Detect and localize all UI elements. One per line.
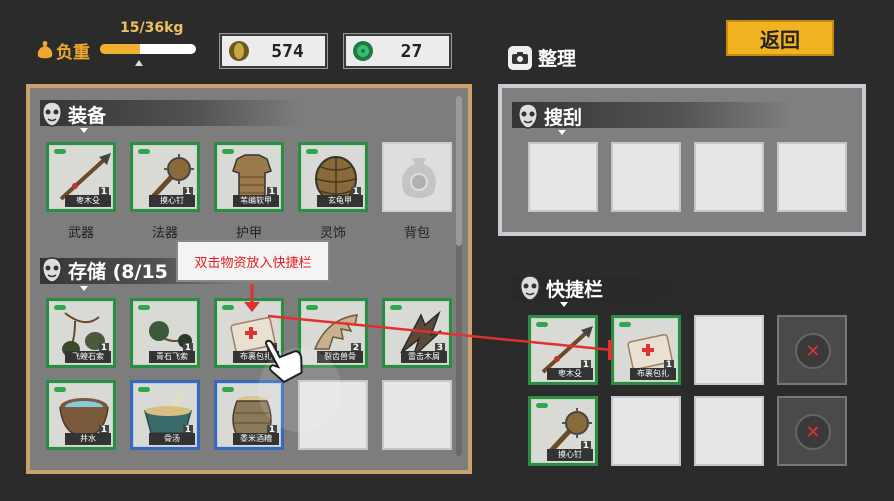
- back-button[interactable]: 返回: [726, 20, 834, 56]
- weight-caret: [135, 60, 143, 66]
- mask-icon: [518, 103, 538, 129]
- sort-button[interactable]: 整理: [508, 44, 576, 71]
- item-name: 玄龟甲: [317, 195, 363, 207]
- item-name: 黍米酒糟: [233, 433, 279, 445]
- storage-slot[interactable]: 1 布裹包扎: [214, 298, 284, 368]
- storage-slot[interactable]: 1 黍米酒糟: [214, 380, 284, 450]
- gold-currency: 574: [219, 33, 328, 69]
- pouch-icon: [402, 158, 436, 198]
- equipment-header: 装备: [40, 98, 106, 130]
- gold-amount: 574: [271, 40, 304, 62]
- item-name: 青石飞索: [149, 351, 195, 363]
- weight-value: 15/36kg: [120, 20, 184, 36]
- quickbar-slot-empty[interactable]: [611, 396, 681, 466]
- storage-slot[interactable]: 1 飞蝗石索: [46, 298, 116, 368]
- item-name: 摸心钉: [547, 449, 593, 461]
- quickbar-slot-empty[interactable]: [694, 396, 764, 466]
- weight-indicator: 负重 15/36kg: [36, 18, 206, 70]
- inventory-scroll-thumb[interactable]: [456, 96, 462, 246]
- remove-icon[interactable]: ✕: [795, 333, 831, 369]
- quickbar-title: 快捷栏: [546, 278, 604, 301]
- section-caret: [80, 286, 88, 291]
- loot-header: 搜刮: [516, 100, 582, 132]
- item-name: 布裹包扎: [233, 351, 279, 363]
- coin-icon: [229, 41, 249, 61]
- section-caret: [560, 302, 568, 307]
- storage-slot[interactable]: 1 井水: [46, 380, 116, 450]
- equip-label-accessory: 灵饰: [319, 226, 346, 241]
- equip-slot-backpack[interactable]: [382, 142, 452, 212]
- storage-slot-empty[interactable]: [298, 380, 368, 450]
- weight-bar-fill: [100, 44, 140, 54]
- mask-icon: [42, 257, 62, 283]
- loot-slot[interactable]: [777, 142, 847, 212]
- jade-icon: [353, 41, 373, 61]
- item-name: 骨汤: [149, 433, 195, 445]
- item-name: 雷击木屑: [401, 351, 447, 363]
- quickbar-slot[interactable]: 1 摸心钉: [528, 396, 598, 466]
- equip-label-magic: 法器: [151, 226, 178, 241]
- storage-slot[interactable]: 2 裂齿兽骨: [298, 298, 368, 368]
- jade-currency: 27: [343, 33, 452, 69]
- equip-slot-accessory[interactable]: 1 玄龟甲: [298, 142, 368, 212]
- quickbar-header: 快捷栏: [518, 272, 603, 304]
- sort-label: 整理: [538, 48, 577, 70]
- equip-slot-weapon[interactable]: 1 枣木殳: [46, 142, 116, 212]
- item-name: 飞蝗石索: [65, 351, 111, 363]
- loot-slot[interactable]: [611, 142, 681, 212]
- section-caret: [558, 130, 566, 135]
- storage-slot[interactable]: 3 雷击木屑: [382, 298, 452, 368]
- item-name: 裂齿兽骨: [317, 351, 363, 363]
- item-name: 苇编软甲: [233, 195, 279, 207]
- storage-header: 存储 (8/15: [40, 254, 168, 286]
- equip-slot-armor[interactable]: 1 苇编软甲: [214, 142, 284, 212]
- quickbar-slot-locked[interactable]: ✕: [777, 396, 847, 466]
- storage-slot[interactable]: 1 骨汤: [130, 380, 200, 450]
- weight-icon: [37, 41, 53, 59]
- item-name: 枣木殳: [65, 195, 111, 207]
- equip-slot-magic[interactable]: 1 摸心钉: [130, 142, 200, 212]
- item-name: 井水: [65, 433, 111, 445]
- quickbar-slot-empty[interactable]: [694, 315, 764, 385]
- section-caret: [80, 128, 88, 133]
- remove-icon[interactable]: ✕: [795, 414, 831, 450]
- loot-slot[interactable]: [694, 142, 764, 212]
- loot-title: 搜刮: [544, 106, 583, 129]
- jade-amount: 27: [400, 40, 423, 62]
- equipment-title: 装备: [68, 104, 107, 127]
- weight-label: 负重: [56, 43, 90, 63]
- loot-slot[interactable]: [528, 142, 598, 212]
- camera-icon: [508, 45, 532, 70]
- equip-label-armor: 护甲: [235, 226, 262, 241]
- mask-icon: [520, 275, 540, 301]
- mask-icon: [42, 101, 62, 127]
- storage-title: 存储 (8/15: [68, 260, 168, 283]
- item-name: 摸心钉: [149, 195, 195, 207]
- weight-bar: [100, 44, 196, 54]
- equip-label-weapon: 武器: [67, 226, 94, 241]
- quickbar-slot[interactable]: 1 枣木殳: [528, 315, 598, 385]
- tutorial-hint: 双击物资放入快捷栏: [176, 240, 330, 282]
- storage-slot[interactable]: 1 青石飞索: [130, 298, 200, 368]
- equip-label-backpack: 背包: [403, 226, 430, 241]
- item-name: 布裹包扎: [630, 368, 676, 380]
- item-name: 枣木殳: [547, 368, 593, 380]
- quickbar-slot[interactable]: 1 布裹包扎: [611, 315, 681, 385]
- quickbar-slot-locked[interactable]: ✕: [777, 315, 847, 385]
- storage-slot-empty[interactable]: [382, 380, 452, 450]
